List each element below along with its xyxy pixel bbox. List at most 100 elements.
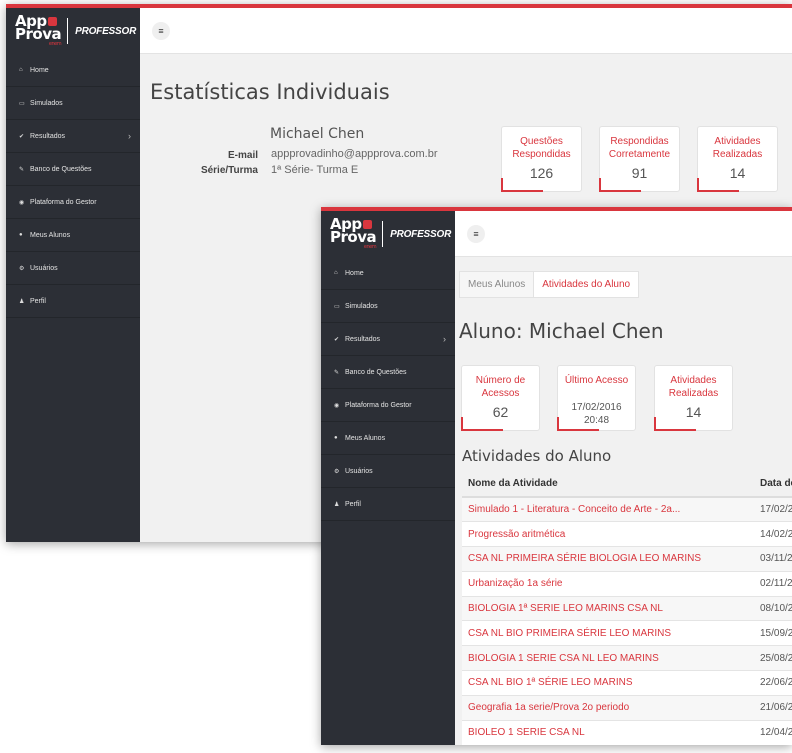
sidebar-item-usuarios[interactable]: ⚙ Usuários (6, 252, 140, 285)
breadcrumb-meus-alunos[interactable]: Meus Alunos (460, 272, 535, 297)
table-row: CSA NL PRIMEIRA SÉRIE BIOLOGIA LEO MARIN… (462, 546, 792, 572)
table-row: Urbanização 1a série 02/11/2 (462, 570, 792, 597)
sidebar-item-plataforma-gestor[interactable]: ◉ Plataforma do Gestor (321, 389, 455, 422)
stat-card-questoes: Questões Respondidas 126 (501, 126, 582, 192)
dashboard-icon: ◉ (334, 402, 340, 409)
card-title: Atividades Realizadas (712, 136, 763, 160)
role-label: PROFESSOR (75, 25, 137, 37)
activity-link[interactable]: Simulado 1 - Literatura - Conceito de Ar… (462, 496, 754, 522)
user-icon: ♟ (334, 501, 340, 508)
table-row: CSA NL BIO 1ª SÉRIE LEO MARINS 22/06/2 (462, 670, 792, 696)
sidebar-item-home[interactable]: ⌂ Home (6, 54, 140, 87)
table-header-row: Nome da Atividade Data de (462, 471, 792, 498)
column-header-name[interactable]: Nome da Atividade (462, 471, 754, 498)
sidebar-item-simulados[interactable]: ▭ Simulados (6, 87, 140, 120)
page-title: Estatísticas Individuais (150, 80, 390, 104)
student-name: Michael Chen (270, 126, 365, 142)
sidebar-item-label: Meus Alunos (345, 434, 386, 442)
sidebar: App Prova enem PROFESSOR ⌂ Home ▭ Simulado… (6, 8, 140, 542)
activity-date: 08/10/2 (754, 595, 792, 621)
table-row: Simulado 1 - Literatura - Conceito de Ar… (462, 496, 792, 522)
sidebar: App Prova enem PROFESSOR ⌂ Home ▭ Simulado… (321, 211, 455, 745)
card-corner-accent (697, 178, 739, 192)
gear-icon: ⚙ (19, 265, 25, 272)
topbar: ≡ (455, 211, 792, 257)
hamburger-icon[interactable]: ≡ (467, 225, 485, 243)
sidebar-item-label: Home (345, 269, 364, 277)
card-title: Questões Respondidas (512, 136, 571, 160)
activity-link[interactable]: BIOLOGIA 1 SERIE CSA NL LEO MARINS (462, 645, 754, 671)
activity-link[interactable]: Geografia 1a serie/Prova 2o periodo (462, 694, 754, 721)
activity-date: 22/06/2 (754, 670, 792, 696)
edit-icon: ✎ (19, 166, 25, 173)
activity-link[interactable]: BIOLEO 1 SERIE CSA NL (462, 719, 754, 745)
card-value-date: 17/02/2016 (571, 402, 622, 413)
activity-link[interactable]: CSA NL BIO 1ª SÉRIE LEO MARINS (462, 670, 754, 696)
brand-logo[interactable]: App Prova enem PROFESSOR (321, 211, 455, 257)
user-icon: ♟ (19, 298, 25, 305)
sidebar-item-label: Usuários (30, 264, 58, 272)
email-label: E-mail (227, 150, 258, 161)
home-icon: ⌂ (334, 270, 338, 276)
sidebar-item-perfil[interactable]: ♟ Perfil (321, 488, 455, 521)
activity-date: 02/11/2 (754, 570, 792, 597)
sidebar-item-label: Plataforma do Gestor (345, 401, 412, 409)
activity-link[interactable]: CSA NL PRIMEIRA SÉRIE BIOLOGIA LEO MARIN… (462, 546, 754, 572)
sidebar-item-simulados[interactable]: ▭ Simulados (321, 290, 455, 323)
sidebar-item-resultados[interactable]: ✔ Resultados › (6, 120, 140, 153)
sidebar-item-label: Banco de Questões (345, 368, 407, 376)
home-icon: ⌂ (19, 67, 23, 73)
activity-link[interactable]: CSA NL BIO PRIMEIRA SÉRIE LEO MARINS (462, 620, 754, 646)
table-row: Geografia 1a serie/Prova 2o periodo 21/06… (462, 694, 792, 721)
table-row: BIOLOGIA 1ª SERIE LEO MARINS CSA NL 08/10… (462, 595, 792, 621)
sidebar-item-label: Resultados (345, 335, 381, 343)
sidebar-item-home[interactable]: ⌂ Home (321, 257, 455, 290)
sidebar-item-label: Usuários (345, 467, 373, 475)
sidebar-item-label: Perfil (345, 500, 361, 508)
dashboard-icon: ◉ (19, 199, 25, 206)
activity-link[interactable]: Urbanização 1a série (462, 570, 754, 597)
main-content: Meus Alunos Atividades do Aluno Aluno: M… (455, 257, 792, 745)
activity-link[interactable]: Progressão aritmética (462, 521, 754, 547)
table-row: CSA NL BIO PRIMEIRA SÉRIE LEO MARINS 15/0… (462, 620, 792, 646)
sidebar-item-label: Plataforma do Gestor (30, 198, 97, 206)
sidebar-item-label: Resultados (30, 132, 66, 140)
activity-link[interactable]: BIOLOGIA 1ª SERIE LEO MARINS CSA NL (462, 595, 754, 621)
sidebar-item-perfil[interactable]: ♟ Perfil (6, 285, 140, 318)
brand-logo[interactable]: App Prova enem PROFESSOR (6, 8, 140, 54)
topbar: ≡ (140, 8, 792, 54)
sidebar-item-meus-alunos[interactable]: ● Meus Alunos (6, 219, 140, 252)
table-row: BIOLOGIA 1 SERIE CSA NL LEO MARINS 25/08/… (462, 645, 792, 671)
activities-title: Atividades do Aluno (462, 447, 612, 465)
card-corner-accent (557, 417, 599, 431)
sidebar-item-plataforma-gestor[interactable]: ◉ Plataforma do Gestor (6, 186, 140, 219)
sidebar-item-label: Meus Alunos (30, 231, 71, 239)
column-header-date[interactable]: Data de (754, 471, 792, 498)
sidebar-item-label: Perfil (30, 297, 46, 305)
stat-card-ultimo-acesso: Último Acesso 17/02/2016 20:48 (557, 365, 636, 431)
logo-mark: App Prova enem (15, 14, 62, 48)
stat-card-atividades: Atividades Realizadas 14 (697, 126, 778, 192)
sidebar-item-banco-questoes[interactable]: ✎ Banco de Questões (6, 153, 140, 186)
check-icon: ✔ (19, 133, 25, 140)
sidebar-item-banco-questoes[interactable]: ✎ Banco de Questões (321, 356, 455, 389)
activity-date: 17/02/2 (754, 496, 792, 522)
hamburger-icon[interactable]: ≡ (152, 22, 170, 40)
sidebar-item-label: Simulados (30, 99, 63, 107)
stat-card-atividades: Atividades Realizadas 14 (654, 365, 733, 431)
stat-card-corretas: Respondidas Corretamente 91 (599, 126, 680, 192)
activity-date: 25/08/2 (754, 645, 792, 671)
activities-table: Nome da Atividade Data de Simulado 1 - L… (462, 471, 792, 745)
sidebar-item-meus-alunos[interactable]: ● Meus Alunos (321, 422, 455, 455)
edit-icon: ✎ (334, 369, 340, 376)
card-title: Respondidas Corretamente (608, 136, 671, 160)
activity-date: 21/06/2 (754, 694, 792, 721)
card-corner-accent (599, 178, 641, 192)
sidebar-item-resultados[interactable]: ✔ Resultados › (321, 323, 455, 356)
logo-mark: App Prova enem (330, 217, 377, 251)
sidebar-item-label: Simulados (345, 302, 378, 310)
sidebar-menu: ⌂ Home ▭ Simulados ✔ Resultados › ✎ Banco de … (321, 257, 455, 521)
card-title: Número de Acessos (475, 375, 526, 399)
page-title: Aluno: Michael Chen (459, 319, 664, 343)
sidebar-item-usuarios[interactable]: ⚙ Usuários (321, 455, 455, 488)
